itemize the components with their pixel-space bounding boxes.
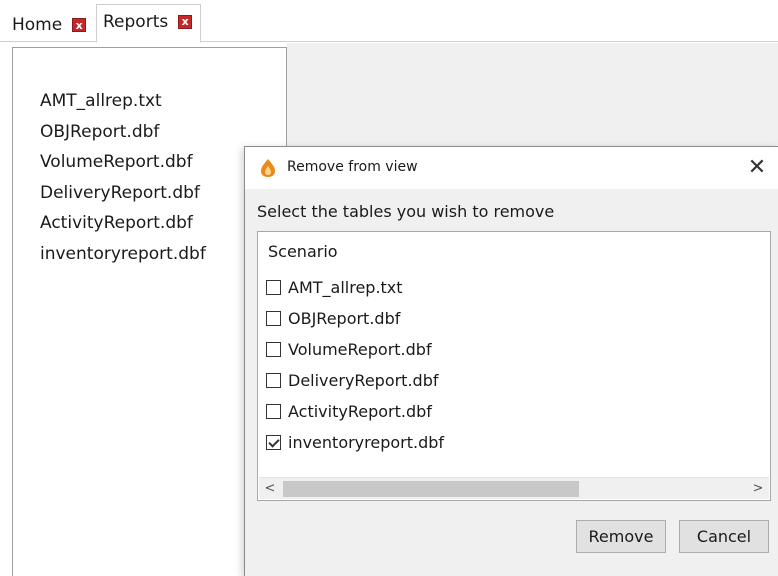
remove-from-view-dialog: Remove from view ✕ Select the tables you… — [244, 146, 778, 576]
checklist-item-label: inventoryreport.dbf — [288, 433, 445, 452]
checklist-row[interactable]: VolumeReport.dbf — [266, 334, 444, 365]
tab-reports-label: Reports — [103, 11, 169, 32]
tab-home-close-icon[interactable]: x — [72, 18, 87, 32]
checkbox[interactable] — [266, 373, 281, 388]
horizontal-scrollbar[interactable]: < > — [259, 477, 769, 499]
close-icon[interactable]: ✕ — [742, 153, 772, 183]
scroll-left-icon[interactable]: < — [259, 478, 281, 500]
checklist-item-label: VolumeReport.dbf — [288, 340, 432, 359]
checklist-header: Scenario — [268, 242, 338, 261]
dialog-titlebar[interactable]: Remove from view ✕ — [245, 147, 778, 189]
tab-reports[interactable]: Reports x — [96, 4, 202, 43]
tab-bar: Home x Reports x — [0, 0, 778, 43]
file-list: AMT_allrep.txt OBJReport.dbf VolumeRepor… — [40, 86, 206, 269]
checkbox[interactable] — [266, 311, 281, 326]
checkbox[interactable] — [266, 404, 281, 419]
tab-home[interactable]: Home x — [6, 8, 94, 42]
flame-app-icon — [261, 159, 275, 177]
file-item[interactable]: inventoryreport.dbf — [40, 239, 206, 270]
file-item[interactable]: ActivityReport.dbf — [40, 208, 206, 239]
checkbox[interactable] — [266, 280, 281, 295]
checkbox[interactable] — [266, 342, 281, 357]
file-item[interactable]: AMT_allrep.txt — [40, 86, 206, 117]
tables-checklist: Scenario AMT_allrep.txt OBJReport.dbf Vo… — [257, 231, 771, 501]
checklist-row[interactable]: DeliveryReport.dbf — [266, 365, 444, 396]
dialog-title: Remove from view — [287, 159, 418, 175]
checklist-items: AMT_allrep.txt OBJReport.dbf VolumeRepor… — [266, 272, 444, 458]
file-item[interactable]: VolumeReport.dbf — [40, 147, 206, 178]
checklist-item-label: OBJReport.dbf — [288, 309, 401, 328]
checklist-item-label: ActivityReport.dbf — [288, 402, 432, 421]
checkbox-checked[interactable] — [266, 435, 281, 450]
scrollbar-thumb[interactable] — [283, 481, 579, 497]
checklist-row[interactable]: OBJReport.dbf — [266, 303, 444, 334]
checklist-row[interactable]: inventoryreport.dbf — [266, 427, 444, 458]
scroll-right-icon[interactable]: > — [747, 478, 769, 500]
cancel-button[interactable]: Cancel — [679, 520, 769, 553]
checklist-row[interactable]: AMT_allrep.txt — [266, 272, 444, 303]
tab-reports-close-icon[interactable]: x — [178, 14, 193, 29]
checklist-row[interactable]: ActivityReport.dbf — [266, 396, 444, 427]
file-item[interactable]: DeliveryReport.dbf — [40, 178, 206, 209]
remove-button[interactable]: Remove — [576, 520, 666, 553]
dialog-prompt: Select the tables you wish to remove — [257, 202, 555, 221]
tab-home-label: Home — [12, 15, 63, 35]
checklist-item-label: AMT_allrep.txt — [288, 278, 403, 297]
checklist-item-label: DeliveryReport.dbf — [288, 371, 439, 390]
file-item[interactable]: OBJReport.dbf — [40, 117, 206, 148]
